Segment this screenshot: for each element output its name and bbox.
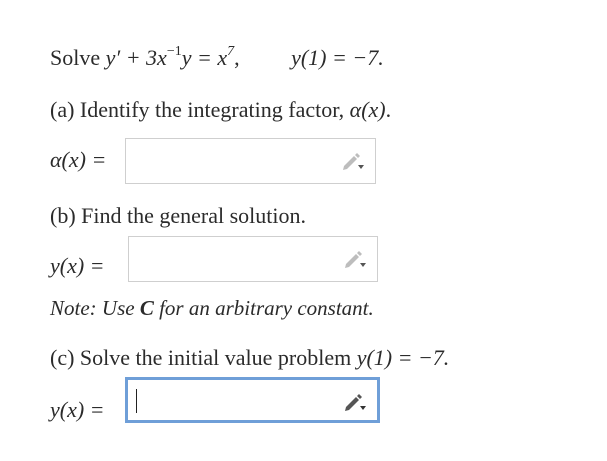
part-c-prompt: (c) Solve the initial value problem y(1)… (50, 344, 449, 372)
part-a-answer-label: α(x) = (50, 147, 107, 172)
note-suffix: for an arbitrary constant. (153, 296, 374, 320)
part-b-prompt: (b) Find the general solution. (50, 203, 307, 228)
part-c-text: (c) Solve the initial value problem (50, 345, 357, 370)
part-c-math: y(1) = −7. (356, 345, 450, 370)
initial-condition: y(1) = −7. (291, 45, 384, 70)
equation-lhs-exp: −1 (166, 44, 182, 59)
part-a-text: (a) Identify the integrating factor, (50, 97, 350, 122)
note-prefix: Note: Use (50, 296, 140, 320)
pencil-icon[interactable] (343, 249, 367, 269)
part-a-prompt: (a) Identify the integrating factor, α(x… (50, 96, 391, 124)
problem-statement: Solve y′ + 3x−1y = x7, y(1) = −7. (50, 44, 384, 76)
note-symbol: C (139, 296, 154, 320)
part-a-end: . (385, 97, 392, 122)
solve-word: Solve (50, 45, 101, 70)
pencil-icon[interactable] (341, 151, 365, 171)
equation-lhs-a: y′ + 3x (105, 45, 167, 70)
part-b-answer-label: y(x) = (50, 253, 105, 278)
equation-tail: , (234, 45, 240, 70)
text-cursor (136, 389, 137, 413)
part-c-answer-label: y(x) = (50, 397, 105, 422)
pencil-icon[interactable] (343, 392, 367, 412)
part-b-note: Note: Use C for an arbitrary constant. (50, 294, 374, 322)
part-a-answer-input[interactable] (125, 138, 376, 184)
part-a-math: α(x) (349, 97, 386, 122)
equation-rhs-exp: 7 (227, 44, 235, 59)
part-b-answer-input[interactable] (128, 236, 378, 282)
part-c-answer-input[interactable] (125, 377, 380, 423)
equation-lhs-b: y = x (181, 45, 228, 70)
